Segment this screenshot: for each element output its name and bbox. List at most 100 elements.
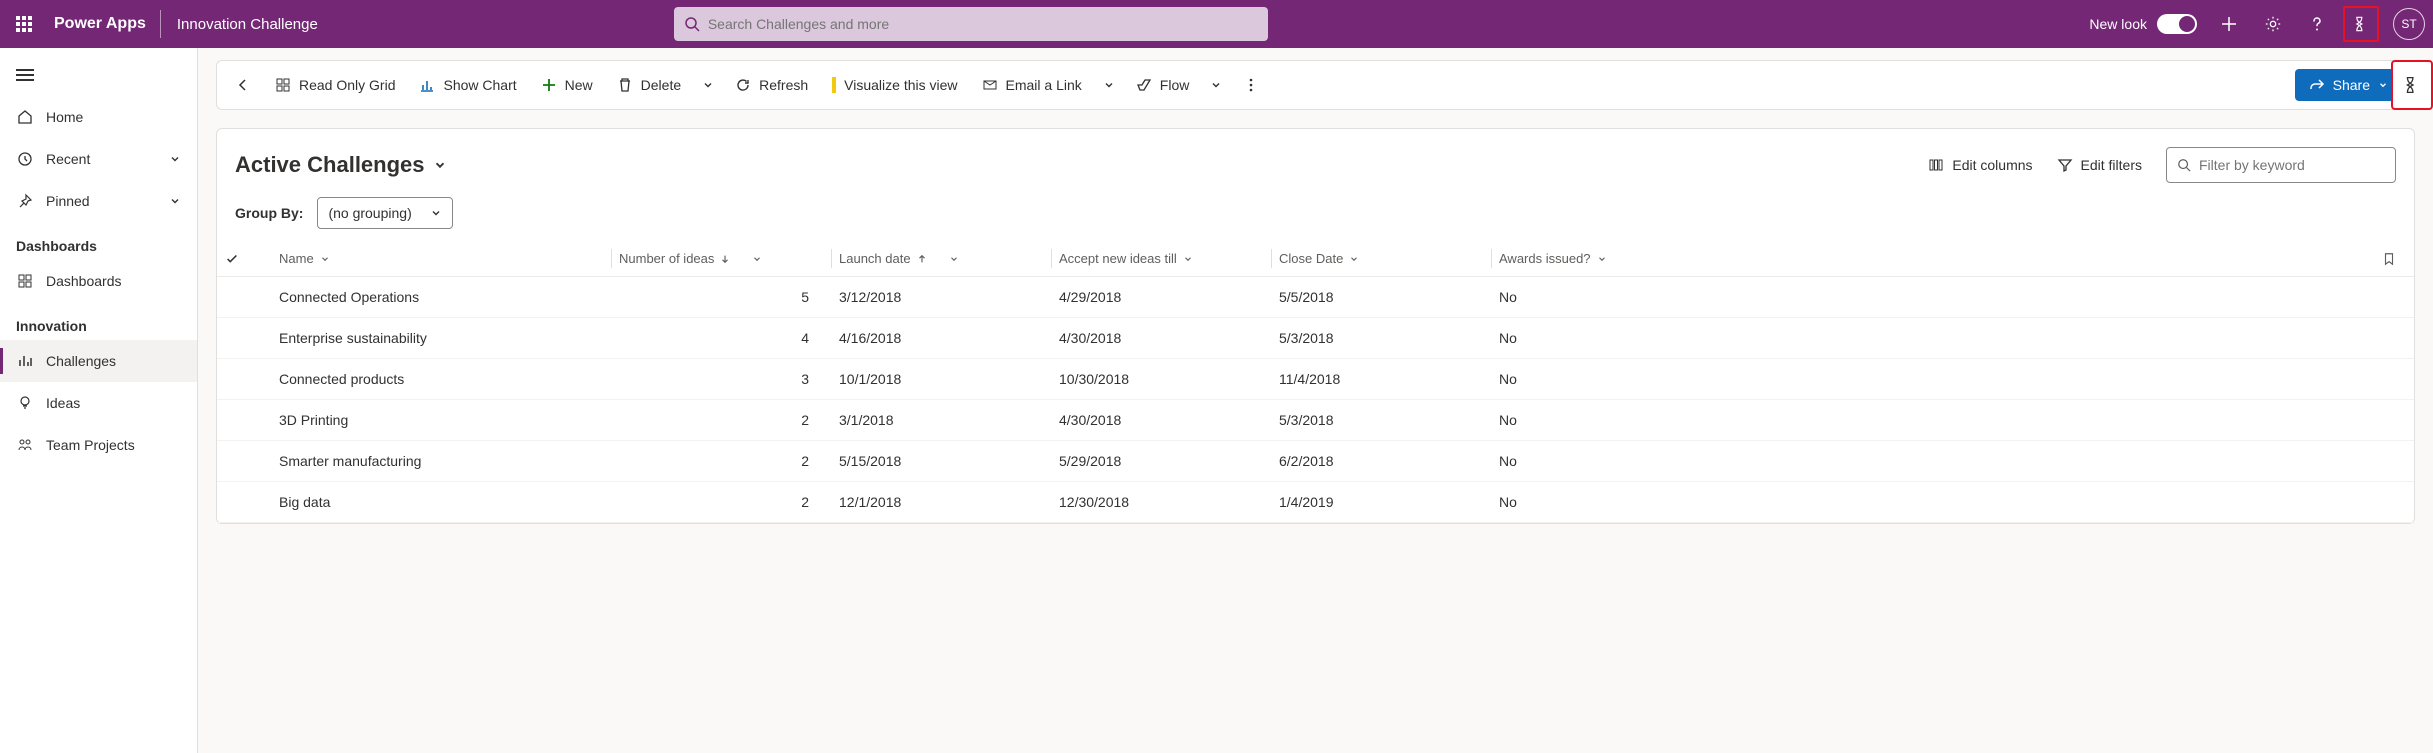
app-launcher-button[interactable] — [0, 0, 48, 48]
sidebar-collapse-button[interactable] — [0, 60, 197, 96]
team-icon — [16, 436, 34, 454]
cell-name: Smarter manufacturing — [271, 441, 611, 482]
search-icon — [684, 16, 700, 32]
chevron-down-icon — [702, 79, 714, 91]
email-split-button[interactable] — [1094, 79, 1124, 91]
idea-icon — [16, 394, 34, 412]
delete-button[interactable]: Delete — [605, 68, 693, 102]
share-button[interactable]: Share — [2295, 69, 2402, 101]
copilot-pane-button[interactable] — [2391, 60, 2433, 110]
sidebar-item-label: Team Projects — [46, 437, 135, 453]
new-look-toggle[interactable] — [2157, 14, 2197, 34]
content-card: Active Challenges Edit columns Edit filt… — [216, 128, 2415, 524]
chevron-down-icon — [1103, 79, 1115, 91]
select-all-header[interactable] — [217, 241, 271, 277]
cell-awards: No — [1491, 400, 2374, 441]
edit-columns-button[interactable]: Edit columns — [1928, 157, 2032, 173]
cell-close: 1/4/2019 — [1271, 482, 1491, 523]
table-row[interactable]: Connected Operations53/12/20184/29/20185… — [217, 277, 2414, 318]
flow-button[interactable]: Flow — [1124, 68, 1202, 102]
new-button[interactable]: New — [529, 68, 605, 102]
sidebar-item-label: Home — [46, 109, 83, 125]
sidebar-item-pinned[interactable]: Pinned — [0, 180, 197, 222]
row-select[interactable] — [217, 400, 271, 441]
cmd-label: Share — [2333, 77, 2370, 93]
row-select[interactable] — [217, 277, 271, 318]
cell-ideas: 4 — [611, 318, 831, 359]
settings-button[interactable] — [2255, 6, 2291, 42]
trash-icon — [617, 77, 633, 93]
sidebar-item-home[interactable]: Home — [0, 96, 197, 138]
readonly-grid-button[interactable]: Read Only Grid — [263, 68, 407, 102]
sidebar-section-dashboards: Dashboards — [0, 222, 197, 260]
table-row[interactable]: 3D Printing23/1/20184/30/20185/3/2018No — [217, 400, 2414, 441]
chevron-down-icon — [1349, 254, 1359, 264]
cell-launch: 5/15/2018 — [831, 441, 1051, 482]
sidebar-item-challenges[interactable]: Challenges — [0, 340, 197, 382]
sidebar-item-label: Pinned — [46, 193, 90, 209]
sidebar-item-recent[interactable]: Recent — [0, 138, 197, 180]
new-look-toggle-group: New look — [2083, 14, 2203, 34]
col-accept-header[interactable]: Accept new ideas till — [1059, 251, 1263, 266]
powerbi-icon — [832, 77, 836, 93]
command-bar: Read Only Grid Show Chart New Delete Ref… — [216, 60, 2415, 110]
cmd-label: Email a Link — [1006, 77, 1082, 93]
overflow-menu-button[interactable] — [1231, 68, 1271, 102]
sidebar-section-innovation: Innovation — [0, 302, 197, 340]
chevron-down-icon — [752, 254, 762, 264]
keyword-filter[interactable] — [2166, 147, 2396, 183]
show-chart-button[interactable]: Show Chart — [407, 68, 528, 102]
chevron-down-icon — [949, 254, 959, 264]
view-selector[interactable]: Active Challenges — [235, 152, 447, 178]
cell-awards: No — [1491, 482, 2374, 523]
row-select[interactable] — [217, 482, 271, 523]
table-row[interactable]: Smarter manufacturing25/15/20185/29/2018… — [217, 441, 2414, 482]
clock-icon — [16, 150, 34, 168]
table-row[interactable]: Enterprise sustainability44/16/20184/30/… — [217, 318, 2414, 359]
sort-asc-icon — [917, 254, 927, 264]
cell-awards: No — [1491, 441, 2374, 482]
app-header: Power Apps Innovation Challenge New look… — [0, 0, 2433, 48]
chevron-down-icon — [1597, 254, 1607, 264]
help-button[interactable] — [2299, 6, 2335, 42]
col-name-header[interactable]: Name — [279, 251, 603, 266]
table-row[interactable]: Connected products310/1/201810/30/201811… — [217, 359, 2414, 400]
sidebar-item-label: Dashboards — [46, 273, 122, 289]
cell-close: 11/4/2018 — [1271, 359, 1491, 400]
copilot-header-button[interactable] — [2343, 6, 2379, 42]
back-button[interactable] — [223, 68, 263, 102]
edit-filters-button[interactable]: Edit filters — [2057, 157, 2142, 173]
delete-split-button[interactable] — [693, 79, 723, 91]
cmd-label: Read Only Grid — [299, 77, 395, 93]
sidebar-item-ideas[interactable]: Ideas — [0, 382, 197, 424]
pin-column-header[interactable] — [2374, 241, 2414, 277]
table-row[interactable]: Big data212/1/201812/30/20181/4/2019No — [217, 482, 2414, 523]
cell-close: 6/2/2018 — [1271, 441, 1491, 482]
row-select[interactable] — [217, 359, 271, 400]
sidebar-item-dashboards[interactable]: Dashboards — [0, 260, 197, 302]
add-button[interactable] — [2211, 6, 2247, 42]
col-ideas-header[interactable]: Number of ideas — [619, 251, 823, 266]
cell-ideas: 3 — [611, 359, 831, 400]
keyword-filter-input[interactable] — [2199, 157, 2385, 173]
visualize-button[interactable]: Visualize this view — [820, 68, 969, 102]
col-launch-header[interactable]: Launch date — [839, 251, 1043, 266]
global-search-input[interactable] — [708, 16, 1258, 32]
global-search[interactable] — [674, 7, 1268, 41]
brand-label: Power Apps — [48, 15, 160, 33]
cell-awards: No — [1491, 318, 2374, 359]
row-select[interactable] — [217, 441, 271, 482]
cell-name: Connected products — [271, 359, 611, 400]
email-link-button[interactable]: Email a Link — [970, 68, 1094, 102]
col-close-header[interactable]: Close Date — [1279, 251, 1483, 266]
flow-split-button[interactable] — [1201, 79, 1231, 91]
row-select[interactable] — [217, 318, 271, 359]
refresh-button[interactable]: Refresh — [723, 68, 820, 102]
user-avatar[interactable]: ST — [2393, 8, 2425, 40]
sidebar-item-team-projects[interactable]: Team Projects — [0, 424, 197, 466]
group-by-select[interactable]: (no grouping) — [317, 197, 452, 229]
col-awards-header[interactable]: Awards issued? — [1499, 251, 2366, 266]
sidebar: Home Recent Pinned Dashboards Dashboards… — [0, 48, 198, 753]
cell-pin — [2374, 400, 2414, 441]
copilot-icon — [2351, 14, 2371, 34]
